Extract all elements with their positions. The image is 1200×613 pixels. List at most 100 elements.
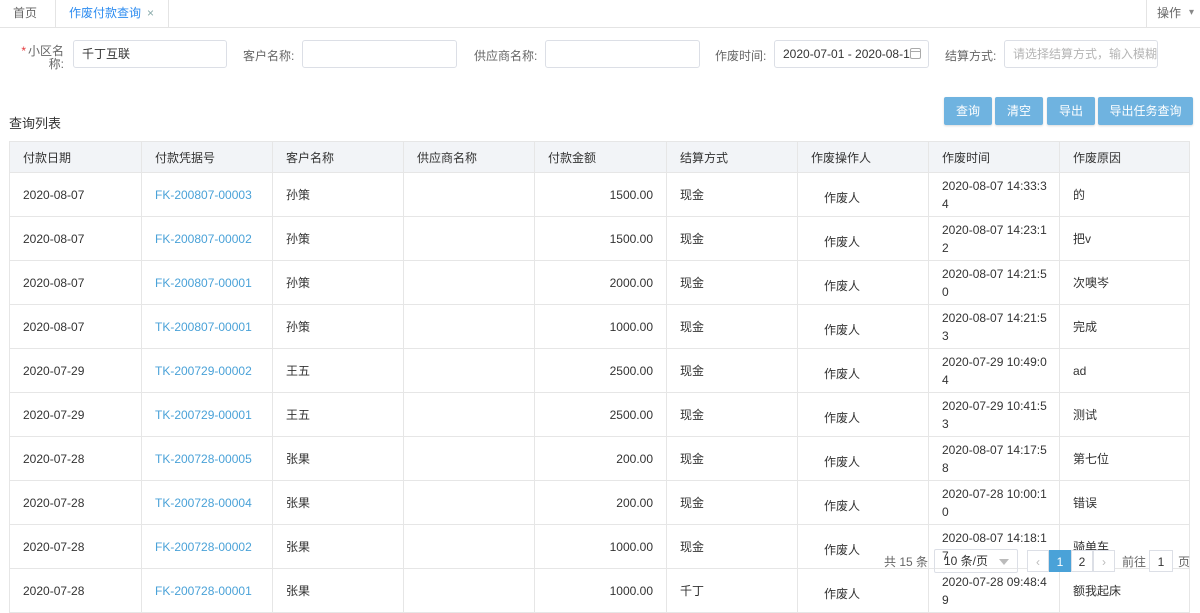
tab-operations-menu[interactable]: 操作 ▾ bbox=[1146, 0, 1200, 27]
settlement-label: 结算方式: bbox=[945, 49, 997, 63]
cell-supplier-name bbox=[403, 260, 535, 305]
header-supplier-name[interactable]: 供应商名称 bbox=[403, 141, 535, 173]
cell-supplier-name bbox=[403, 480, 535, 525]
header-voucher-no[interactable]: 付款凭据号 bbox=[141, 141, 273, 173]
chevron-down-icon: ▾ bbox=[1188, 7, 1194, 18]
tab-home[interactable]: 首页 bbox=[0, 0, 56, 27]
cell-voucher-no[interactable]: FK-200728-00002 bbox=[141, 524, 273, 569]
header-payment-date[interactable]: 付款日期 bbox=[9, 141, 142, 173]
header-void-time[interactable]: 作废时间 bbox=[928, 141, 1060, 173]
table-row: 2020-08-07 FK-200807-00001 孙策 2000.00 现金 作废人 2… bbox=[9, 260, 1190, 305]
cell-voucher-no[interactable]: FK-200807-00001 bbox=[141, 260, 273, 305]
cell-voucher-no[interactable]: TK-200729-00002 bbox=[141, 348, 273, 393]
cell-void-time: 2020-07-28 09:48:49 bbox=[928, 568, 1060, 613]
cell-settlement: 现金 bbox=[666, 216, 798, 261]
void-time-range-input[interactable]: 2020-07-01 - 2020-08-1 bbox=[774, 40, 929, 68]
cell-settlement: 现金 bbox=[666, 304, 798, 349]
cell-settlement: 现金 bbox=[666, 480, 798, 525]
header-customer-name[interactable]: 客户名称 bbox=[272, 141, 404, 173]
cell-voucher-no[interactable]: FK-200728-00001 bbox=[141, 568, 273, 613]
cell-void-reason: 第七位 bbox=[1059, 436, 1190, 481]
cell-void-operator: 作废人 bbox=[797, 348, 929, 393]
community-label-line1: 小区名 bbox=[27, 44, 64, 58]
cell-void-reason: 把v bbox=[1059, 216, 1190, 261]
cell-voucher-no[interactable]: FK-200807-00002 bbox=[141, 216, 273, 261]
cell-void-reason: ad bbox=[1059, 348, 1190, 393]
void-time-label: 作废时间: bbox=[715, 49, 767, 63]
export-task-query-button[interactable]: 导出任务查询 bbox=[1098, 97, 1193, 125]
header-settlement[interactable]: 结算方式 bbox=[666, 141, 798, 173]
next-page-button[interactable]: › bbox=[1093, 550, 1115, 572]
cell-customer-name: 张果 bbox=[272, 524, 404, 569]
cell-settlement: 现金 bbox=[666, 392, 798, 437]
page-size-select[interactable]: 10 条/页 bbox=[934, 549, 1018, 573]
cell-settlement: 现金 bbox=[666, 436, 798, 481]
supplier-label: 供应商名称: bbox=[474, 49, 538, 63]
cell-void-operator: 作废人 bbox=[797, 216, 929, 261]
cell-settlement: 现金 bbox=[666, 524, 798, 569]
clear-button[interactable]: 清空 bbox=[995, 97, 1043, 125]
cell-settlement: 现金 bbox=[666, 348, 798, 393]
cell-voucher-no[interactable]: TK-200807-00001 bbox=[141, 304, 273, 349]
header-void-operator[interactable]: 作废操作人 bbox=[797, 141, 929, 173]
cell-amount: 1500.00 bbox=[534, 172, 667, 217]
page-1-button[interactable]: 1 bbox=[1049, 550, 1071, 572]
page-2-button[interactable]: 2 bbox=[1071, 550, 1093, 572]
cell-void-time: 2020-07-28 10:00:10 bbox=[928, 480, 1060, 525]
header-amount[interactable]: 付款金额 bbox=[534, 141, 667, 173]
supplier-input[interactable] bbox=[545, 40, 700, 68]
goto-page-input[interactable]: 1 bbox=[1149, 550, 1173, 572]
calendar-icon[interactable] bbox=[910, 48, 921, 59]
cell-supplier-name bbox=[403, 524, 535, 569]
tab-void-payment-query[interactable]: 作废付款查询 × bbox=[56, 0, 169, 27]
cell-customer-name: 王五 bbox=[272, 348, 404, 393]
cell-void-reason: 错误 bbox=[1059, 480, 1190, 525]
cell-supplier-name bbox=[403, 216, 535, 261]
cell-voucher-no[interactable]: TK-200729-00001 bbox=[141, 392, 273, 437]
close-icon[interactable]: × bbox=[147, 0, 154, 26]
cell-supplier-name bbox=[403, 568, 535, 613]
cell-void-reason: 的 bbox=[1059, 172, 1190, 217]
cell-void-time: 2020-08-07 14:21:50 bbox=[928, 260, 1060, 305]
cell-voucher-no[interactable]: FK-200807-00003 bbox=[141, 172, 273, 217]
operations-label: 操作 bbox=[1157, 6, 1182, 20]
cell-customer-name: 张果 bbox=[272, 568, 404, 613]
cell-void-operator: 作废人 bbox=[797, 436, 929, 481]
cell-void-operator: 作废人 bbox=[797, 480, 929, 525]
cell-settlement: 现金 bbox=[666, 172, 798, 217]
required-asterisk: * bbox=[21, 44, 26, 58]
void-payment-table: 付款日期 付款凭据号 客户名称 供应商名称 付款金额 结算方式 作废操作人 作废… bbox=[9, 141, 1190, 613]
cell-void-time: 2020-07-29 10:41:53 bbox=[928, 392, 1060, 437]
cell-supplier-name bbox=[403, 304, 535, 349]
cell-void-reason: 额我起床 bbox=[1059, 568, 1190, 613]
cell-amount: 200.00 bbox=[534, 480, 667, 525]
table-row: 2020-08-07 FK-200807-00002 孙策 1500.00 现金 作废人 2… bbox=[9, 216, 1190, 261]
cell-supplier-name bbox=[403, 348, 535, 393]
cell-settlement: 千丁 bbox=[666, 568, 798, 613]
community-input[interactable]: 千丁互联 bbox=[73, 40, 227, 68]
cell-supplier-name bbox=[403, 172, 535, 217]
cell-customer-name: 张果 bbox=[272, 480, 404, 525]
settlement-select[interactable]: 请选择结算方式，输入模糊 bbox=[1004, 40, 1158, 68]
cell-void-operator: 作废人 bbox=[797, 260, 929, 305]
customer-label: 客户名称: bbox=[243, 49, 295, 63]
cell-payment-date: 2020-08-07 bbox=[9, 260, 142, 305]
export-button[interactable]: 导出 bbox=[1047, 97, 1095, 125]
cell-void-time: 2020-08-07 14:17:58 bbox=[928, 436, 1060, 481]
cell-voucher-no[interactable]: TK-200728-00005 bbox=[141, 436, 273, 481]
cell-payment-date: 2020-07-29 bbox=[9, 348, 142, 393]
void-time-value: 2020-07-01 - 2020-08-1 bbox=[783, 47, 910, 61]
header-void-reason[interactable]: 作废原因 bbox=[1059, 141, 1190, 173]
cell-payment-date: 2020-07-28 bbox=[9, 436, 142, 481]
cell-payment-date: 2020-07-28 bbox=[9, 480, 142, 525]
table-row: 2020-07-28 TK-200728-00005 张果 200.00 现金 作废人 20… bbox=[9, 436, 1190, 481]
query-button[interactable]: 查询 bbox=[944, 97, 992, 125]
table-header-row: 付款日期 付款凭据号 客户名称 供应商名称 付款金额 结算方式 作废操作人 作废… bbox=[9, 141, 1190, 173]
cell-customer-name: 张果 bbox=[272, 436, 404, 481]
cell-payment-date: 2020-08-07 bbox=[9, 216, 142, 261]
customer-input[interactable] bbox=[302, 40, 457, 68]
table-row: 2020-08-07 TK-200807-00001 孙策 1000.00 现金 作废人 2… bbox=[9, 304, 1190, 349]
prev-page-button[interactable]: ‹ bbox=[1027, 550, 1049, 572]
table-row: 2020-07-28 FK-200728-00001 张果 1000.00 千丁 作废人 2… bbox=[9, 568, 1190, 613]
cell-voucher-no[interactable]: TK-200728-00004 bbox=[141, 480, 273, 525]
